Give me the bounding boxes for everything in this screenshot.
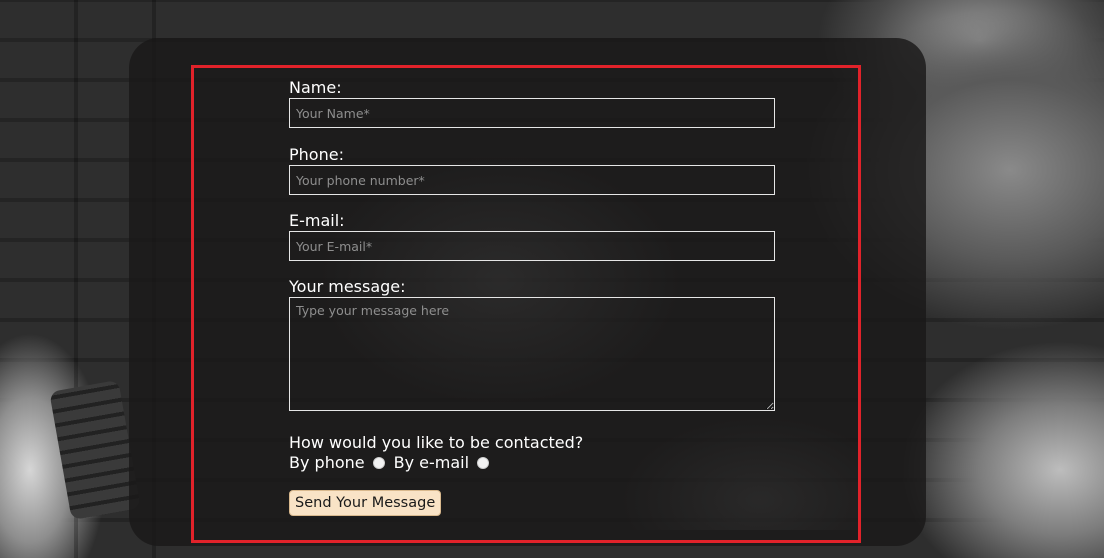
highlight-box <box>191 65 861 543</box>
